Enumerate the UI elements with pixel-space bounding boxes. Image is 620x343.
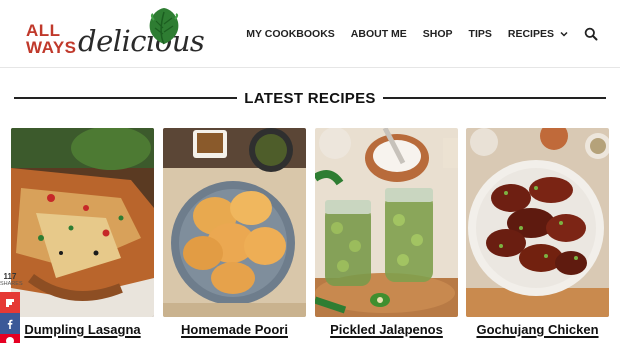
latest-recipes-heading: LATEST RECIPES	[14, 86, 606, 110]
logo-text-ways: WAYS	[26, 38, 77, 57]
recipe-card-pickled-jalapenos[interactable]: Pickled Jalapenos	[315, 128, 458, 343]
recipe-title-dumpling-lasagna[interactable]: Dumpling Lasagna	[5, 322, 160, 337]
recipe-title-gochujang-chicken[interactable]: Gochujang Chicken	[460, 322, 615, 337]
flipboard-icon	[6, 298, 14, 307]
pinterest-share-button[interactable]	[0, 334, 20, 343]
recipe-title-homemade-poori[interactable]: Homemade Poori	[157, 322, 312, 337]
site-header: ALL WAYS delicious MY COOKBOOKS ABOUT ME…	[0, 0, 620, 68]
leaf-icon	[149, 8, 179, 45]
share-count: 117	[3, 272, 17, 281]
recipe-image-pickled-jalapenos[interactable]	[315, 128, 458, 317]
recipe-image-dumpling-lasagna[interactable]	[11, 128, 154, 317]
nav-tips[interactable]: TIPS	[469, 28, 492, 40]
facebook-share-button[interactable]	[0, 313, 20, 334]
recipe-image-homemade-poori[interactable]	[163, 128, 306, 317]
share-label: SHARES	[0, 281, 23, 287]
recipe-card-dumpling-lasagna[interactable]: Dumpling Lasagna	[11, 128, 154, 343]
nav-about-me[interactable]: ABOUT ME	[351, 28, 407, 40]
recipe-image-gochujang-chicken[interactable]	[466, 128, 609, 317]
nav-my-cookbooks[interactable]: MY COOKBOOKS	[246, 28, 334, 40]
search-icon[interactable]	[584, 27, 598, 41]
site-logo[interactable]: ALL WAYS delicious	[24, 6, 205, 62]
logo-text-all: ALL	[26, 21, 61, 40]
heading-rule-left	[14, 97, 238, 99]
recipe-card-gochujang-chicken[interactable]: Gochujang Chicken	[466, 128, 609, 343]
nav-recipes-label: RECIPES	[507, 28, 554, 40]
recipe-title-pickled-jalapenos[interactable]: Pickled Jalapenos	[309, 322, 464, 337]
share-counter: 117 SHARES	[0, 272, 23, 288]
nav-shop[interactable]: SHOP	[423, 28, 453, 40]
main-nav: MY COOKBOOKS ABOUT ME SHOP TIPS RECIPES	[246, 24, 598, 44]
heading-rule-right	[382, 97, 606, 99]
recipe-card-homemade-poori[interactable]: Homemade Poori	[163, 128, 306, 343]
nav-recipes[interactable]: RECIPES	[508, 28, 568, 40]
facebook-icon	[7, 319, 13, 329]
section-title: LATEST RECIPES	[244, 89, 376, 107]
flipboard-share-button[interactable]	[0, 292, 20, 313]
chevron-down-icon	[560, 31, 568, 37]
pinterest-icon	[6, 337, 14, 343]
